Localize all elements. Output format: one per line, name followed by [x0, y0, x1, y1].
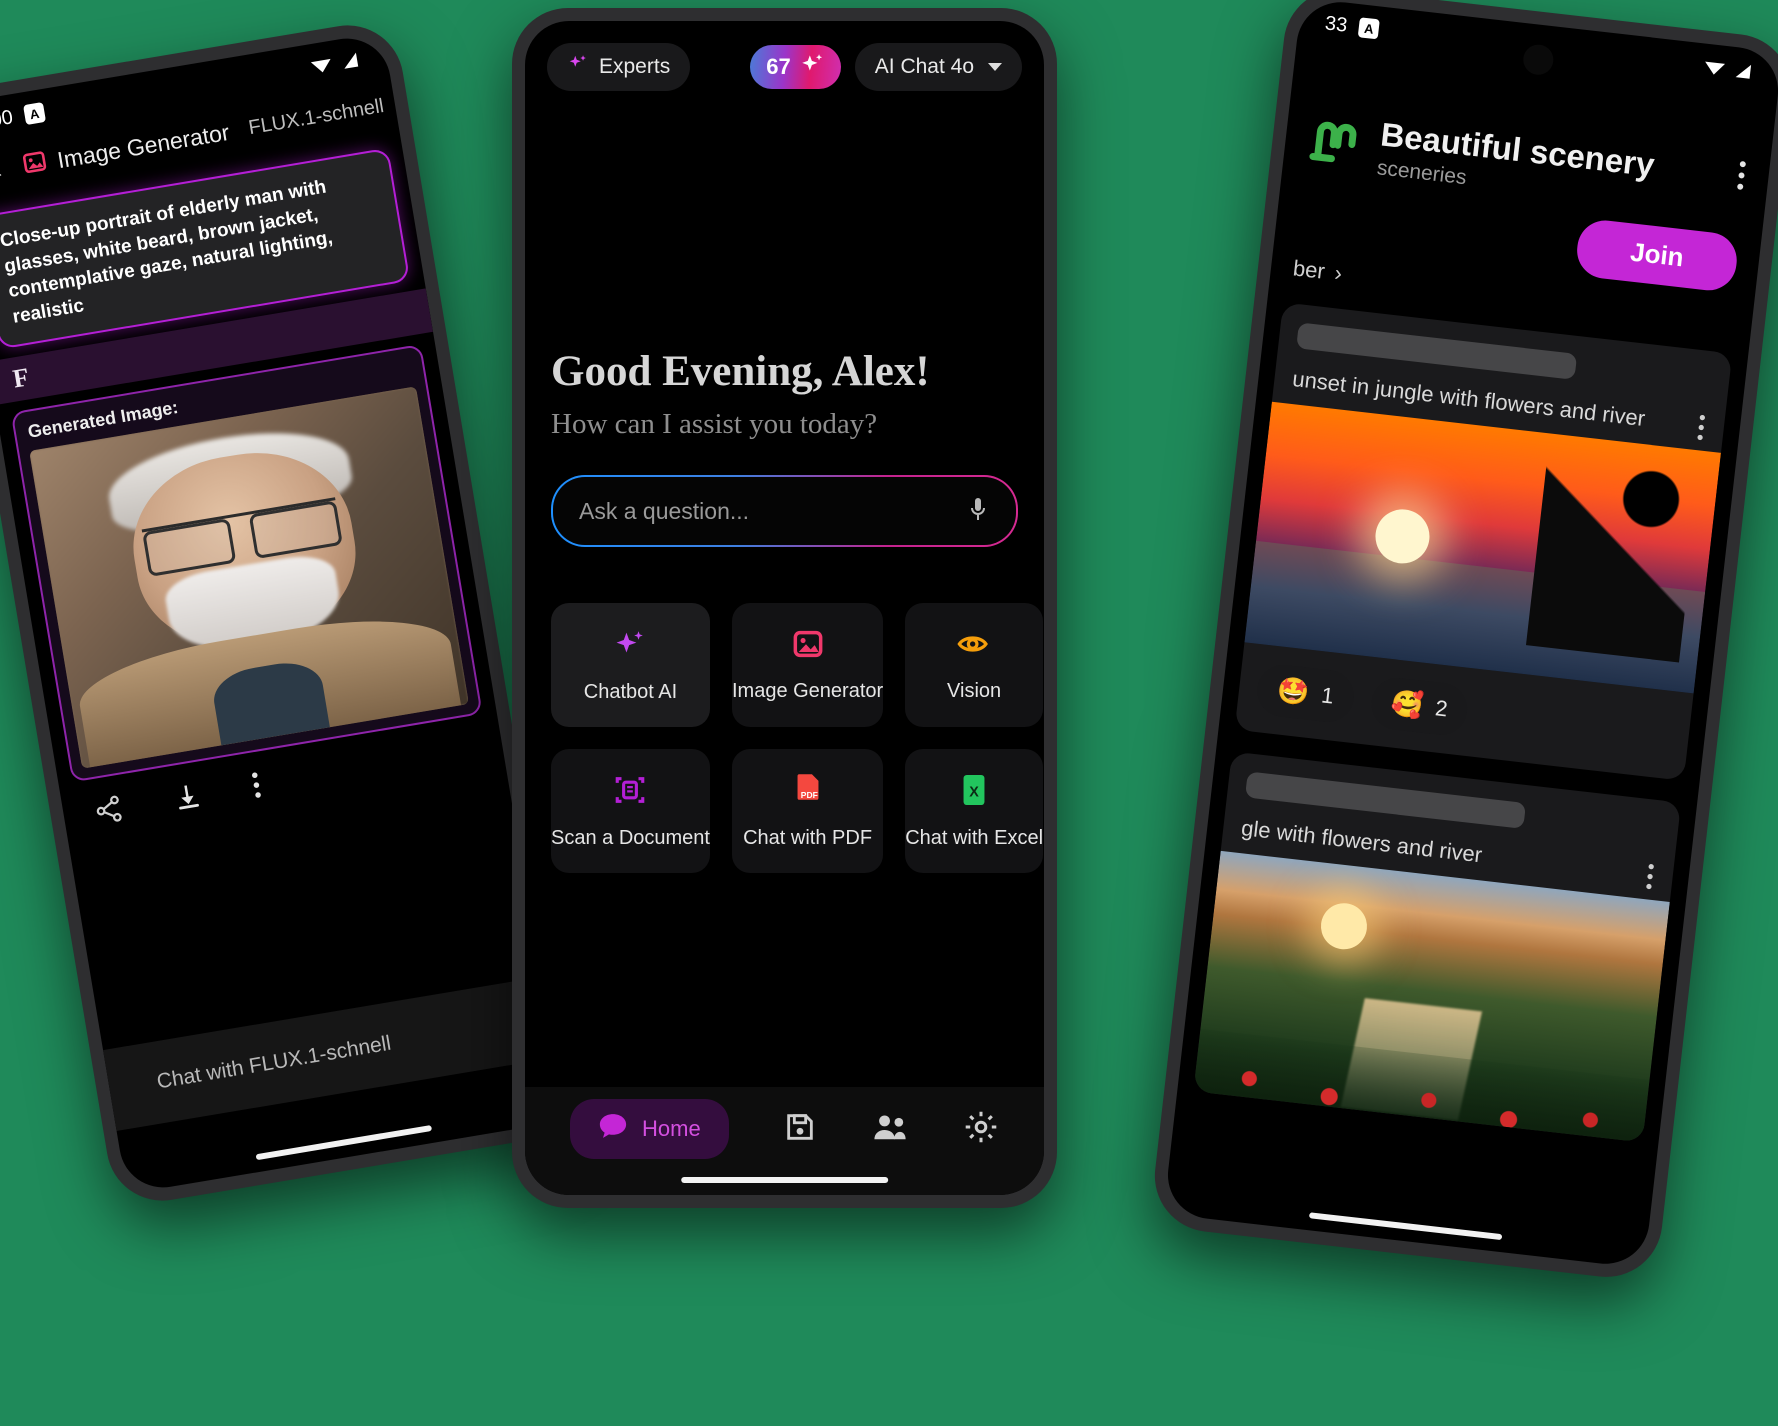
- chat-input-bar[interactable]: Chat with FLUX.1-schnell: [103, 976, 555, 1131]
- sparkle-icon: [799, 51, 825, 83]
- more-options-icon[interactable]: [249, 769, 265, 805]
- card-label: Chat with Excel: [905, 826, 1044, 849]
- card-label: Vision: [947, 679, 1002, 702]
- sparkle-icon: [567, 53, 589, 81]
- nav-label-home: Home: [642, 1116, 701, 1141]
- reaction-count: 2: [1433, 694, 1449, 722]
- more-options-icon[interactable]: [1695, 394, 1727, 445]
- status-time: 8:00: [0, 105, 15, 134]
- status-app-badge: A: [22, 102, 46, 126]
- right-screen: 33 A Beautiful scenery sceneries Join be…: [1163, 0, 1778, 1269]
- phone-left-image-generator: 8:00 A ← Image Generator FLUX.1-schnell …: [0, 16, 581, 1210]
- status-time: 33: [1323, 11, 1349, 37]
- home-indicator: [255, 1125, 432, 1161]
- left-screen: 8:00 A ← Image Generator FLUX.1-schnell …: [0, 31, 566, 1195]
- scan-icon: [613, 773, 647, 813]
- reaction-count: 1: [1320, 681, 1336, 709]
- svg-text:PDF: PDF: [401, 103, 422, 117]
- card-label: Scan a Document: [551, 826, 710, 849]
- nav-item-settings[interactable]: [963, 1109, 999, 1150]
- card-chat-with-excel[interactable]: X Chat with Excel: [905, 749, 1044, 873]
- reaction-chip[interactable]: 🥰 2: [1368, 674, 1471, 738]
- svg-text:X: X: [969, 784, 979, 800]
- post-item[interactable]: unset in jungle with flowers and river 🤩…: [1234, 302, 1733, 781]
- card-chatbot-ai[interactable]: Chatbot AI: [551, 603, 710, 727]
- svg-text:PDF: PDF: [800, 789, 817, 799]
- feature-card-grid: Chatbot AI Image Generator Vision Scan a…: [551, 603, 1044, 873]
- excel-icon: X: [959, 773, 989, 813]
- ask-question-input[interactable]: Ask a question...: [553, 477, 1016, 545]
- nav-item-community[interactable]: [871, 1110, 909, 1149]
- chevron-down-icon: [988, 63, 1002, 71]
- pdf-icon: PDF: [792, 773, 824, 813]
- chat-bubble-icon: [598, 1112, 628, 1146]
- more-options-icon[interactable]: [1644, 843, 1676, 894]
- image-icon: [20, 148, 50, 181]
- card-chat-with-pdf[interactable]: PDF Chat with PDF: [731, 749, 884, 873]
- download-icon[interactable]: [170, 779, 205, 818]
- greeting-title: Good Evening, Alex!: [551, 348, 930, 395]
- card-label: Image Generator: [731, 679, 884, 702]
- model-label: FLUX.1-schnell: [246, 94, 386, 140]
- center-screen: Experts 67 AI Chat 4o Good Evening, Alex…: [525, 21, 1044, 1195]
- more-options-icon[interactable]: [1735, 158, 1749, 193]
- phone-center-home: Experts 67 AI Chat 4o Good Evening, Alex…: [512, 8, 1057, 1208]
- experts-button[interactable]: Experts: [547, 43, 691, 91]
- ask-question-wrapper: Ask a question...: [551, 475, 1018, 547]
- model-selector[interactable]: AI Chat 4o: [854, 43, 1022, 91]
- status-signal-icons: [1702, 57, 1756, 81]
- credits-badge[interactable]: 67: [750, 45, 841, 89]
- generated-image-card: Generated Image:: [10, 343, 483, 783]
- image-icon: [791, 628, 825, 666]
- card-label: Chatbot AI: [583, 680, 678, 703]
- nav-item-saved[interactable]: [783, 1110, 817, 1149]
- reaction-emoji: 🤩: [1275, 674, 1312, 708]
- post-item[interactable]: gle with flowers and river: [1193, 751, 1682, 1143]
- card-vision[interactable]: Vision: [905, 603, 1044, 727]
- credits-value: 67: [766, 54, 791, 79]
- member-label: ber: [1291, 255, 1327, 284]
- generated-image[interactable]: [29, 385, 469, 769]
- card-image-generator[interactable]: Image Generator: [731, 603, 884, 727]
- back-button[interactable]: ←: [0, 152, 15, 192]
- sparkle-icon: [613, 627, 647, 667]
- chevron-right-icon: ›: [1333, 259, 1344, 286]
- share-icon[interactable]: [91, 792, 126, 831]
- card-scan-document[interactable]: Scan a Document: [551, 749, 710, 873]
- microphone-icon[interactable]: [966, 495, 990, 528]
- reaction-chip[interactable]: 🤩 1: [1254, 661, 1357, 725]
- nav-item-home[interactable]: Home: [570, 1099, 729, 1159]
- reaction-emoji: 🥰: [1389, 687, 1426, 721]
- scenery-logo-icon: [1304, 109, 1367, 176]
- greeting-subtitle: How can I assist you today?: [551, 408, 878, 440]
- mockup-stage: 8:00 A ← Image Generator FLUX.1-schnell …: [0, 0, 1778, 1426]
- greeting-block: Good Evening, Alex! How can I assist you…: [525, 347, 1044, 441]
- status-signal-icons: [308, 50, 362, 76]
- home-indicator: [1308, 1212, 1502, 1241]
- card-label: Chat with PDF: [743, 826, 873, 849]
- home-topbar: Experts 67 AI Chat 4o: [525, 21, 1044, 91]
- ask-placeholder: Ask a question...: [579, 497, 750, 524]
- home-indicator: [680, 1177, 889, 1183]
- experts-label: Experts: [599, 55, 671, 78]
- model-label: AI Chat 4o: [874, 55, 974, 78]
- post-image-sunset[interactable]: [1244, 401, 1722, 694]
- phone-right-community: 33 A Beautiful scenery sceneries Join be…: [1148, 0, 1778, 1283]
- status-app-badge: A: [1357, 17, 1381, 40]
- eye-icon: [956, 628, 992, 666]
- pdf-icon[interactable]: PDF: [390, 78, 431, 126]
- post-image-jungle[interactable]: [1193, 850, 1670, 1143]
